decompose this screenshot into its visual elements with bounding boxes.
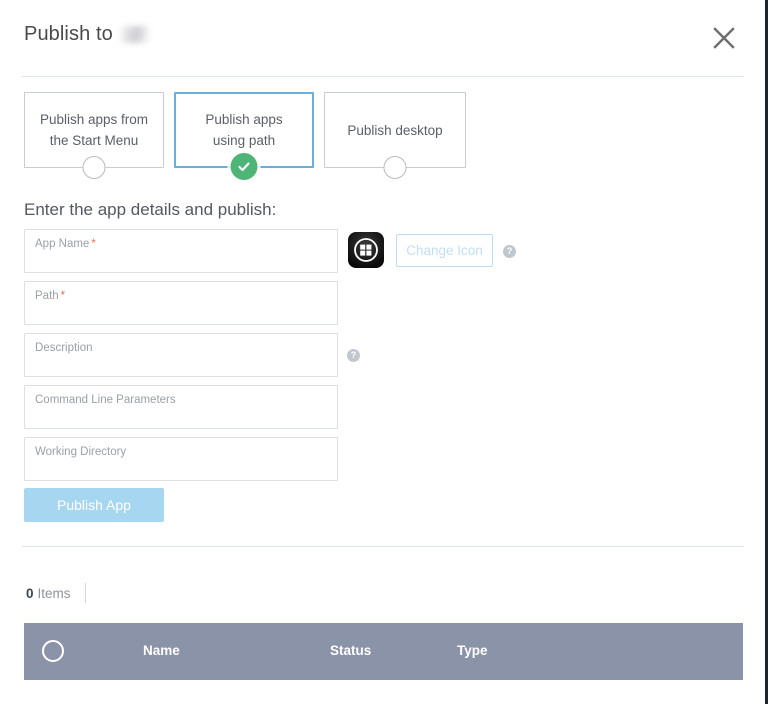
column-header-name[interactable]: Name: [143, 643, 180, 658]
form-divider: [22, 546, 744, 547]
command-line-parameters-label: Command Line Parameters: [35, 394, 176, 406]
path-field[interactable]: Path *: [24, 281, 338, 325]
windows-app-icon: [348, 232, 384, 268]
items-count-bar: 0 Items: [26, 582, 86, 604]
option-card-publish-desktop[interactable]: Publish desktop: [324, 92, 466, 179]
app-name-field[interactable]: App Name *: [24, 229, 338, 273]
header-divider: [22, 76, 744, 77]
help-icon[interactable]: ?: [503, 245, 516, 258]
help-icon[interactable]: ?: [347, 349, 360, 362]
column-header-type[interactable]: Type: [457, 643, 488, 658]
close-button[interactable]: [711, 22, 743, 54]
option-card-publish-apps-using-path[interactable]: Publish apps using path: [174, 92, 314, 180]
toolbar-separator: [84, 583, 86, 603]
working-directory-field[interactable]: Working Directory: [24, 437, 338, 481]
option-card-label: Publish desktop: [347, 122, 443, 138]
option-card-label: Publish apps using path: [205, 112, 283, 148]
page-title-text: Publish to: [24, 23, 113, 45]
items-count: 0: [26, 585, 34, 601]
app-name-label: App Name *: [35, 238, 96, 250]
option-card-label: Publish apps from the Start Menu: [39, 112, 149, 148]
close-icon: [711, 25, 743, 51]
path-label: Path *: [35, 290, 66, 302]
publish-app-button[interactable]: Publish App: [24, 488, 164, 522]
command-line-parameters-field[interactable]: Command Line Parameters: [24, 385, 338, 429]
radio-circle-icon[interactable]: [82, 156, 106, 179]
radio-circle-icon[interactable]: [383, 156, 407, 179]
form-section-title: Enter the app details and publish:: [24, 200, 277, 219]
redacted-tenant-name: [120, 26, 149, 43]
items-count-label: Items: [37, 585, 71, 601]
select-all-radio[interactable]: [42, 640, 64, 662]
published-apps-table-header: [24, 623, 743, 680]
change-icon-button[interactable]: Change Icon: [396, 234, 493, 267]
page-title: Publish to: [24, 23, 149, 46]
publish-dialog: Publish to Publish apps from the Start M…: [0, 0, 768, 704]
description-field[interactable]: Description: [24, 333, 338, 377]
check-circle-icon[interactable]: [230, 153, 258, 180]
option-card-publish-apps-start-menu[interactable]: Publish apps from the Start Menu: [24, 92, 164, 179]
column-header-status[interactable]: Status: [330, 643, 371, 658]
description-label: Description: [35, 342, 93, 354]
working-directory-label: Working Directory: [35, 446, 127, 458]
